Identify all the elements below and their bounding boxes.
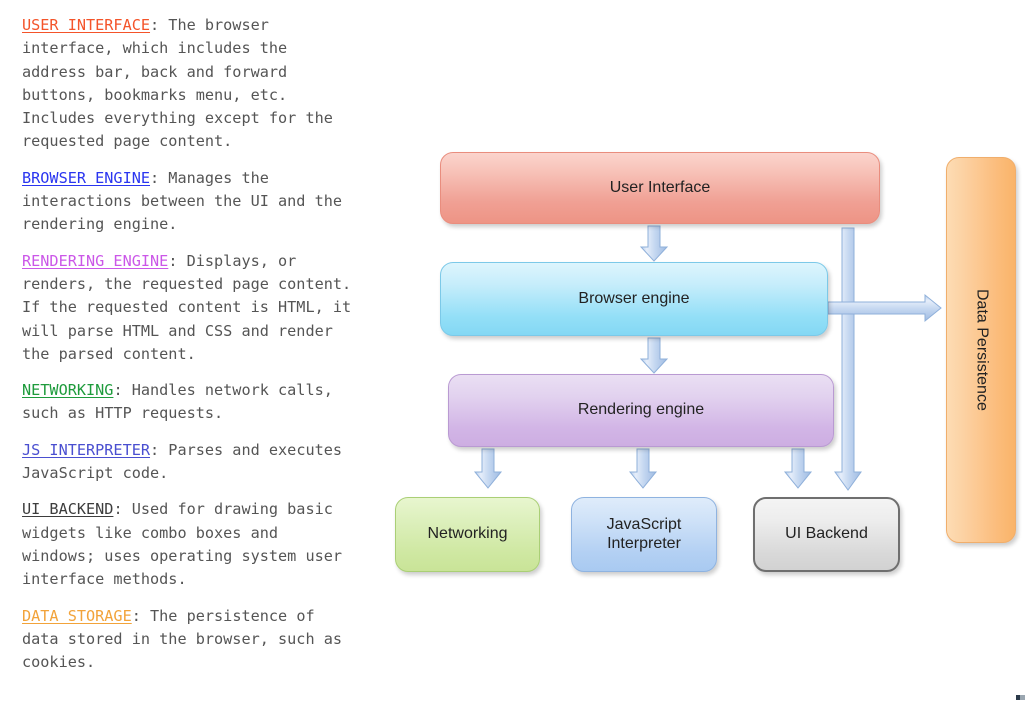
node-browser-engine[interactable]: Browser engine bbox=[440, 262, 828, 336]
diagram-connectors bbox=[473, 225, 942, 491]
node-label: Browser engine bbox=[578, 289, 690, 307]
node-data-persistence[interactable]: Data Persistence bbox=[946, 157, 1016, 543]
node-label: Rendering engine bbox=[577, 401, 705, 419]
node-javascript-interpreter[interactable]: JavaScript Interpreter bbox=[571, 497, 717, 572]
arrow-user-interface-to-browser-engine bbox=[639, 225, 669, 262]
arrow-browser-engine-to-rendering-engine bbox=[639, 337, 669, 374]
node-ui-backend[interactable]: UI Backend bbox=[753, 497, 900, 572]
node-label: User Interface bbox=[609, 178, 711, 196]
node-label: JavaScript Interpreter bbox=[601, 516, 688, 553]
node-label: Data Persistence bbox=[973, 289, 991, 411]
arrow-user-interface-to-ui-backend bbox=[834, 227, 862, 491]
corner-artifact bbox=[1016, 695, 1025, 700]
node-label-line-1: JavaScript bbox=[606, 515, 682, 533]
node-user-interface[interactable]: User Interface bbox=[440, 152, 880, 224]
arrow-rendering-engine-to-networking bbox=[473, 448, 503, 489]
node-networking[interactable]: Networking bbox=[395, 497, 540, 572]
browser-architecture-diagram: User Interface Browser engine Rendering … bbox=[0, 0, 1028, 703]
node-rendering-engine[interactable]: Rendering engine bbox=[448, 374, 834, 447]
arrow-rendering-engine-to-ui-backend bbox=[783, 448, 813, 489]
node-label-line-2: Interpreter bbox=[607, 534, 681, 552]
node-label: UI Backend bbox=[785, 525, 868, 543]
arrow-rendering-engine-to-javascript-interpreter bbox=[628, 448, 658, 489]
node-label: Networking bbox=[427, 525, 508, 543]
